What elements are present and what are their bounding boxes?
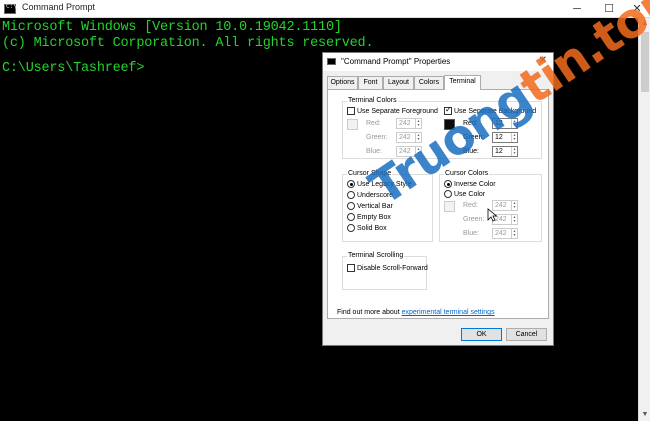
tab-terminal[interactable]: Terminal xyxy=(444,75,481,90)
tab-colors[interactable]: Colors xyxy=(414,76,444,89)
checkbox-label: Disable Scroll-Forward xyxy=(357,265,428,272)
radio-inverse-color[interactable] xyxy=(444,180,452,188)
tab-options[interactable]: Options xyxy=(327,76,358,89)
red-label: Red: xyxy=(463,202,478,209)
bg-blue-spinner[interactable]: 12 ▴ ▾ xyxy=(492,146,518,157)
radio-use-color[interactable] xyxy=(444,190,452,198)
cancel-button[interactable]: Cancel xyxy=(506,328,547,341)
spinner-arrows-icon[interactable]: ▴ ▾ xyxy=(511,147,517,156)
window-title: Command Prompt xyxy=(22,2,96,12)
group-label: Terminal Colors xyxy=(347,97,398,105)
spinner-arrows-icon[interactable]: ▴ ▾ xyxy=(511,229,517,238)
red-label: Red: xyxy=(366,120,381,127)
green-label: Green: xyxy=(463,216,485,223)
mouse-pointer-icon xyxy=(487,208,497,222)
radio-label: Use Color xyxy=(454,191,486,198)
radio-underscore[interactable] xyxy=(347,191,355,199)
terminal-scrolling-group: Terminal Scrolling Disable Scroll-Forwar… xyxy=(342,252,428,290)
spinner-value: 242 xyxy=(495,230,507,237)
checkbox-label: Use Separate Foreground xyxy=(357,108,438,115)
blue-label: Blue: xyxy=(366,148,382,155)
radio-label: Inverse Color xyxy=(454,181,496,188)
command-prompt-icon xyxy=(4,3,17,14)
console-line: (c) Microsoft Corporation. All rights re… xyxy=(2,36,374,51)
cursor-color-swatch xyxy=(444,201,455,212)
vertical-scrollbar[interactable]: ▲ ▼ xyxy=(638,18,650,421)
separate-foreground-checkbox[interactable] xyxy=(347,107,355,115)
radio-empty-box[interactable] xyxy=(347,213,355,221)
foreground-swatch xyxy=(347,119,358,130)
group-label: Terminal Scrolling xyxy=(347,252,405,260)
radio-label: Solid Box xyxy=(357,225,387,232)
blue-label: Blue: xyxy=(463,230,479,237)
disable-scroll-forward-checkbox[interactable] xyxy=(347,264,355,272)
footer-label: Find out more about xyxy=(337,309,402,316)
cursor-blue-spinner[interactable]: 242 ▴ ▾ xyxy=(492,228,518,239)
radio-solid-box[interactable] xyxy=(347,224,355,232)
window-titlebar: Command Prompt ─ ☐ ✕ xyxy=(0,0,650,18)
console-line: Microsoft Windows [Version 10.0.19042.11… xyxy=(2,20,342,35)
experimental-settings-link[interactable]: experimental terminal settings xyxy=(402,309,495,316)
radio-legacy-style[interactable] xyxy=(347,180,355,188)
spinner-arrows-icon[interactable]: ▴ ▾ xyxy=(511,215,517,224)
tab-layout[interactable]: Layout xyxy=(383,76,414,89)
spinner-value: 12 xyxy=(495,148,503,155)
dialog-title: "Command Prompt" Properties xyxy=(341,57,451,66)
tab-font[interactable]: Font xyxy=(358,76,383,89)
console-prompt: C:\Users\Tashreef> xyxy=(2,61,145,76)
green-label: Green: xyxy=(366,134,388,141)
radio-label: Empty Box xyxy=(357,214,391,221)
footer-text: Find out more about experimental termina… xyxy=(337,309,495,316)
spinner-arrows-icon[interactable]: ▴ ▾ xyxy=(415,119,421,128)
scroll-down-arrow-icon[interactable]: ▼ xyxy=(639,409,650,421)
ok-button[interactable]: OK xyxy=(461,328,502,341)
spinner-value: 242 xyxy=(399,120,411,127)
radio-vertical-bar[interactable] xyxy=(347,202,355,210)
spinner-arrows-icon[interactable]: ▴ ▾ xyxy=(511,201,517,210)
command-prompt-icon xyxy=(327,58,336,65)
fg-red-spinner[interactable]: 242 ▴ ▾ xyxy=(396,118,422,129)
